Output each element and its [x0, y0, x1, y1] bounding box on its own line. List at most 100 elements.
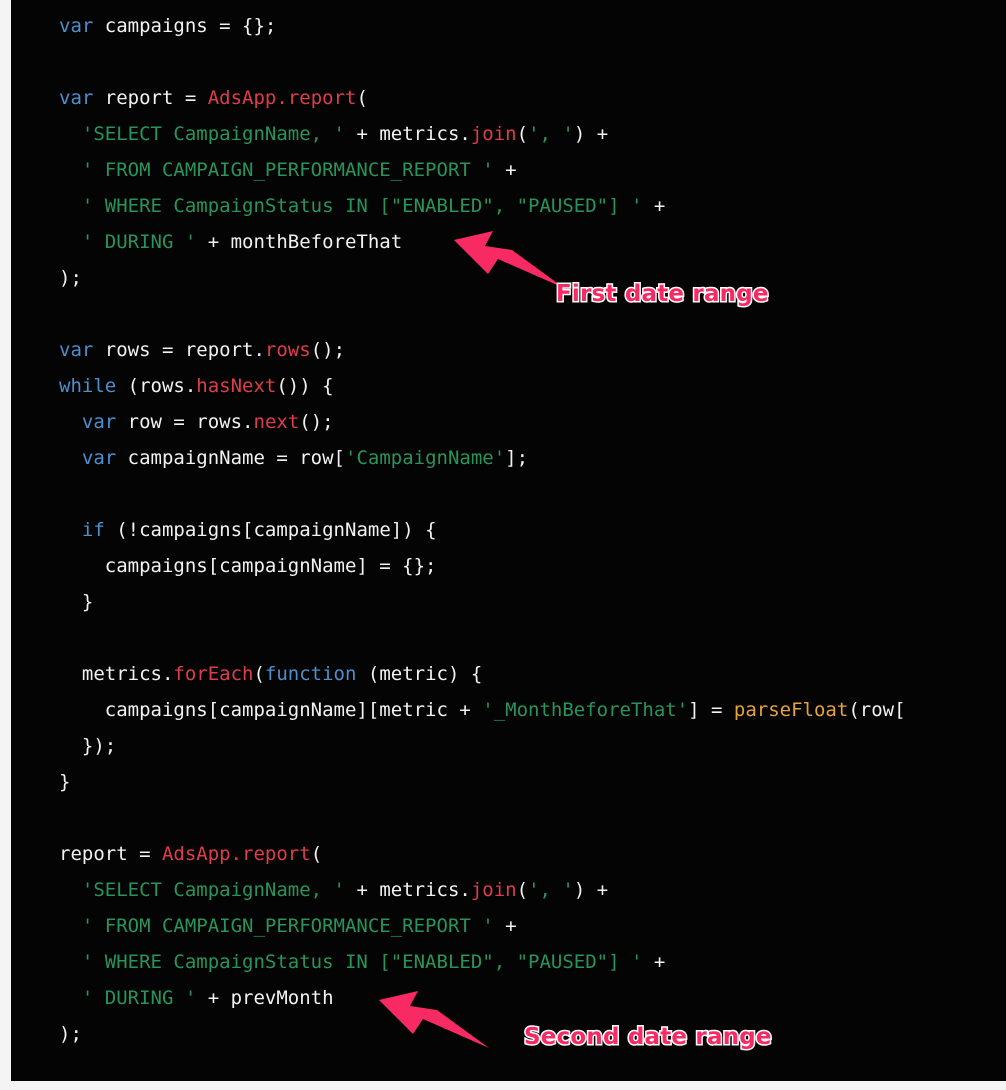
code-token: var — [59, 15, 94, 37]
code-token: ' DURING ' — [81, 987, 197, 1009]
code-token: ); — [59, 267, 82, 289]
code-token: var — [59, 87, 94, 109]
code-token: ( — [516, 123, 529, 145]
arrow-shape — [454, 231, 564, 288]
code-token: + — [642, 195, 666, 217]
code-token: campaigns[campaignName][metric + — [59, 699, 483, 721]
code-token: parseFloat — [733, 699, 849, 721]
annotation-arrow-first-date-range — [454, 231, 564, 288]
code-token: var — [81, 411, 117, 433]
code-line: ' WHERE CampaignStatus IN ["ENABLED", "P… — [59, 944, 906, 980]
code-token: hasNext — [196, 375, 277, 397]
code-line: 'SELECT CampaignName, ' + metrics.join('… — [59, 872, 906, 908]
code-token: ); — [59, 1023, 82, 1045]
code-token: + monthBeforeThat — [196, 231, 403, 253]
code-token: campaigns = {}; — [93, 15, 277, 37]
code-token: '_MonthBeforeThat' — [482, 699, 689, 721]
code-line: metrics.forEach(function (metric) { — [59, 656, 906, 692]
code-token: . — [276, 87, 288, 109]
code-token: (!campaigns[campaignName]) { — [104, 519, 437, 541]
code-line: var campaignName = row['CampaignName']; — [59, 440, 906, 476]
code-token: + prevMonth — [196, 987, 334, 1009]
code-token: + metrics. — [345, 123, 471, 145]
code-token: join — [470, 879, 517, 901]
code-line: 'SELECT CampaignName, ' + metrics.join('… — [59, 116, 906, 152]
code-token: campaignName = row[ — [116, 447, 345, 469]
code-listing[interactable]: var campaigns = {}; var report = AdsApp.… — [59, 8, 906, 1052]
code-token: forEach — [173, 663, 254, 685]
code-token: ) + — [573, 879, 609, 901]
code-token: if — [81, 519, 105, 541]
code-token: + — [493, 915, 517, 937]
code-token: rows = report. — [93, 339, 265, 361]
code-token: ] = — [688, 699, 734, 721]
code-token: ( — [356, 87, 368, 109]
code-token: ' FROM CAMPAIGN_PERFORMANCE_REPORT ' — [81, 159, 494, 181]
code-token: next — [253, 411, 300, 433]
code-token: ]; — [505, 447, 529, 469]
code-token: + — [642, 951, 666, 973]
code-token: ', ' — [528, 879, 574, 901]
code-line: ' FROM CAMPAIGN_PERFORMANCE_REPORT ' + — [59, 908, 906, 944]
code-token: var — [59, 339, 94, 361]
code-token: row = rows. — [116, 411, 254, 433]
code-token: ( — [310, 843, 323, 865]
code-token: 'SELECT CampaignName, ' — [81, 123, 345, 145]
code-token: 'SELECT CampaignName, ' — [81, 879, 345, 901]
code-token: var — [81, 447, 117, 469]
code-token: ( — [516, 879, 529, 901]
code-token: report — [287, 87, 357, 109]
code-token: (); — [310, 339, 346, 361]
code-line: campaigns[campaignName] = {}; — [59, 548, 906, 584]
code-token: function — [264, 663, 357, 685]
code-token: campaigns[campaignName] = {}; — [59, 555, 437, 577]
code-token: + metrics. — [345, 879, 471, 901]
code-line: campaigns[campaignName][metric + '_Month… — [59, 692, 906, 728]
code-line: ' FROM CAMPAIGN_PERFORMANCE_REPORT ' + — [59, 152, 906, 188]
code-line: } — [59, 584, 906, 620]
code-token: AdsApp — [161, 843, 231, 865]
code-token: } — [59, 591, 94, 613]
code-token: metrics. — [59, 663, 174, 685]
code-token: rows — [264, 339, 311, 361]
code-token: (rows. — [116, 375, 197, 397]
code-token: + — [493, 159, 517, 181]
code-line: var campaigns = {}; — [59, 8, 906, 44]
code-token: report = — [93, 87, 208, 109]
code-line: ' WHERE CampaignStatus IN ["ENABLED", "P… — [59, 188, 906, 224]
code-token: ', ' — [528, 123, 574, 145]
code-line: var rows = report.rows(); — [59, 332, 906, 368]
code-line: }); — [59, 728, 906, 764]
code-line: } — [59, 764, 906, 800]
code-token: (); — [299, 411, 334, 433]
annotation-label-second-date-range: Second date range — [523, 1023, 774, 1052]
code-line: while (rows.hasNext()) { — [59, 368, 906, 404]
code-line: report = AdsApp.report( — [59, 836, 906, 872]
code-token: ' DURING ' — [81, 231, 197, 253]
code-token: report = — [59, 843, 162, 865]
annotation-label-first-date-range: First date range — [555, 280, 771, 309]
code-token: report — [242, 843, 311, 865]
arrow-shape — [379, 991, 489, 1048]
code-token: ( — [253, 663, 265, 685]
annotation-arrow-second-date-range — [379, 991, 489, 1048]
code-line: if (!campaigns[campaignName]) { — [59, 512, 906, 548]
screenshot-root: var campaigns = {}; var report = AdsApp.… — [0, 0, 1006, 1090]
code-token: ' FROM CAMPAIGN_PERFORMANCE_REPORT ' — [81, 915, 494, 937]
code-token: ' WHERE CampaignStatus IN ["ENABLED", "P… — [81, 195, 643, 217]
code-token: AdsApp — [207, 87, 277, 109]
code-token: }); — [59, 735, 117, 757]
